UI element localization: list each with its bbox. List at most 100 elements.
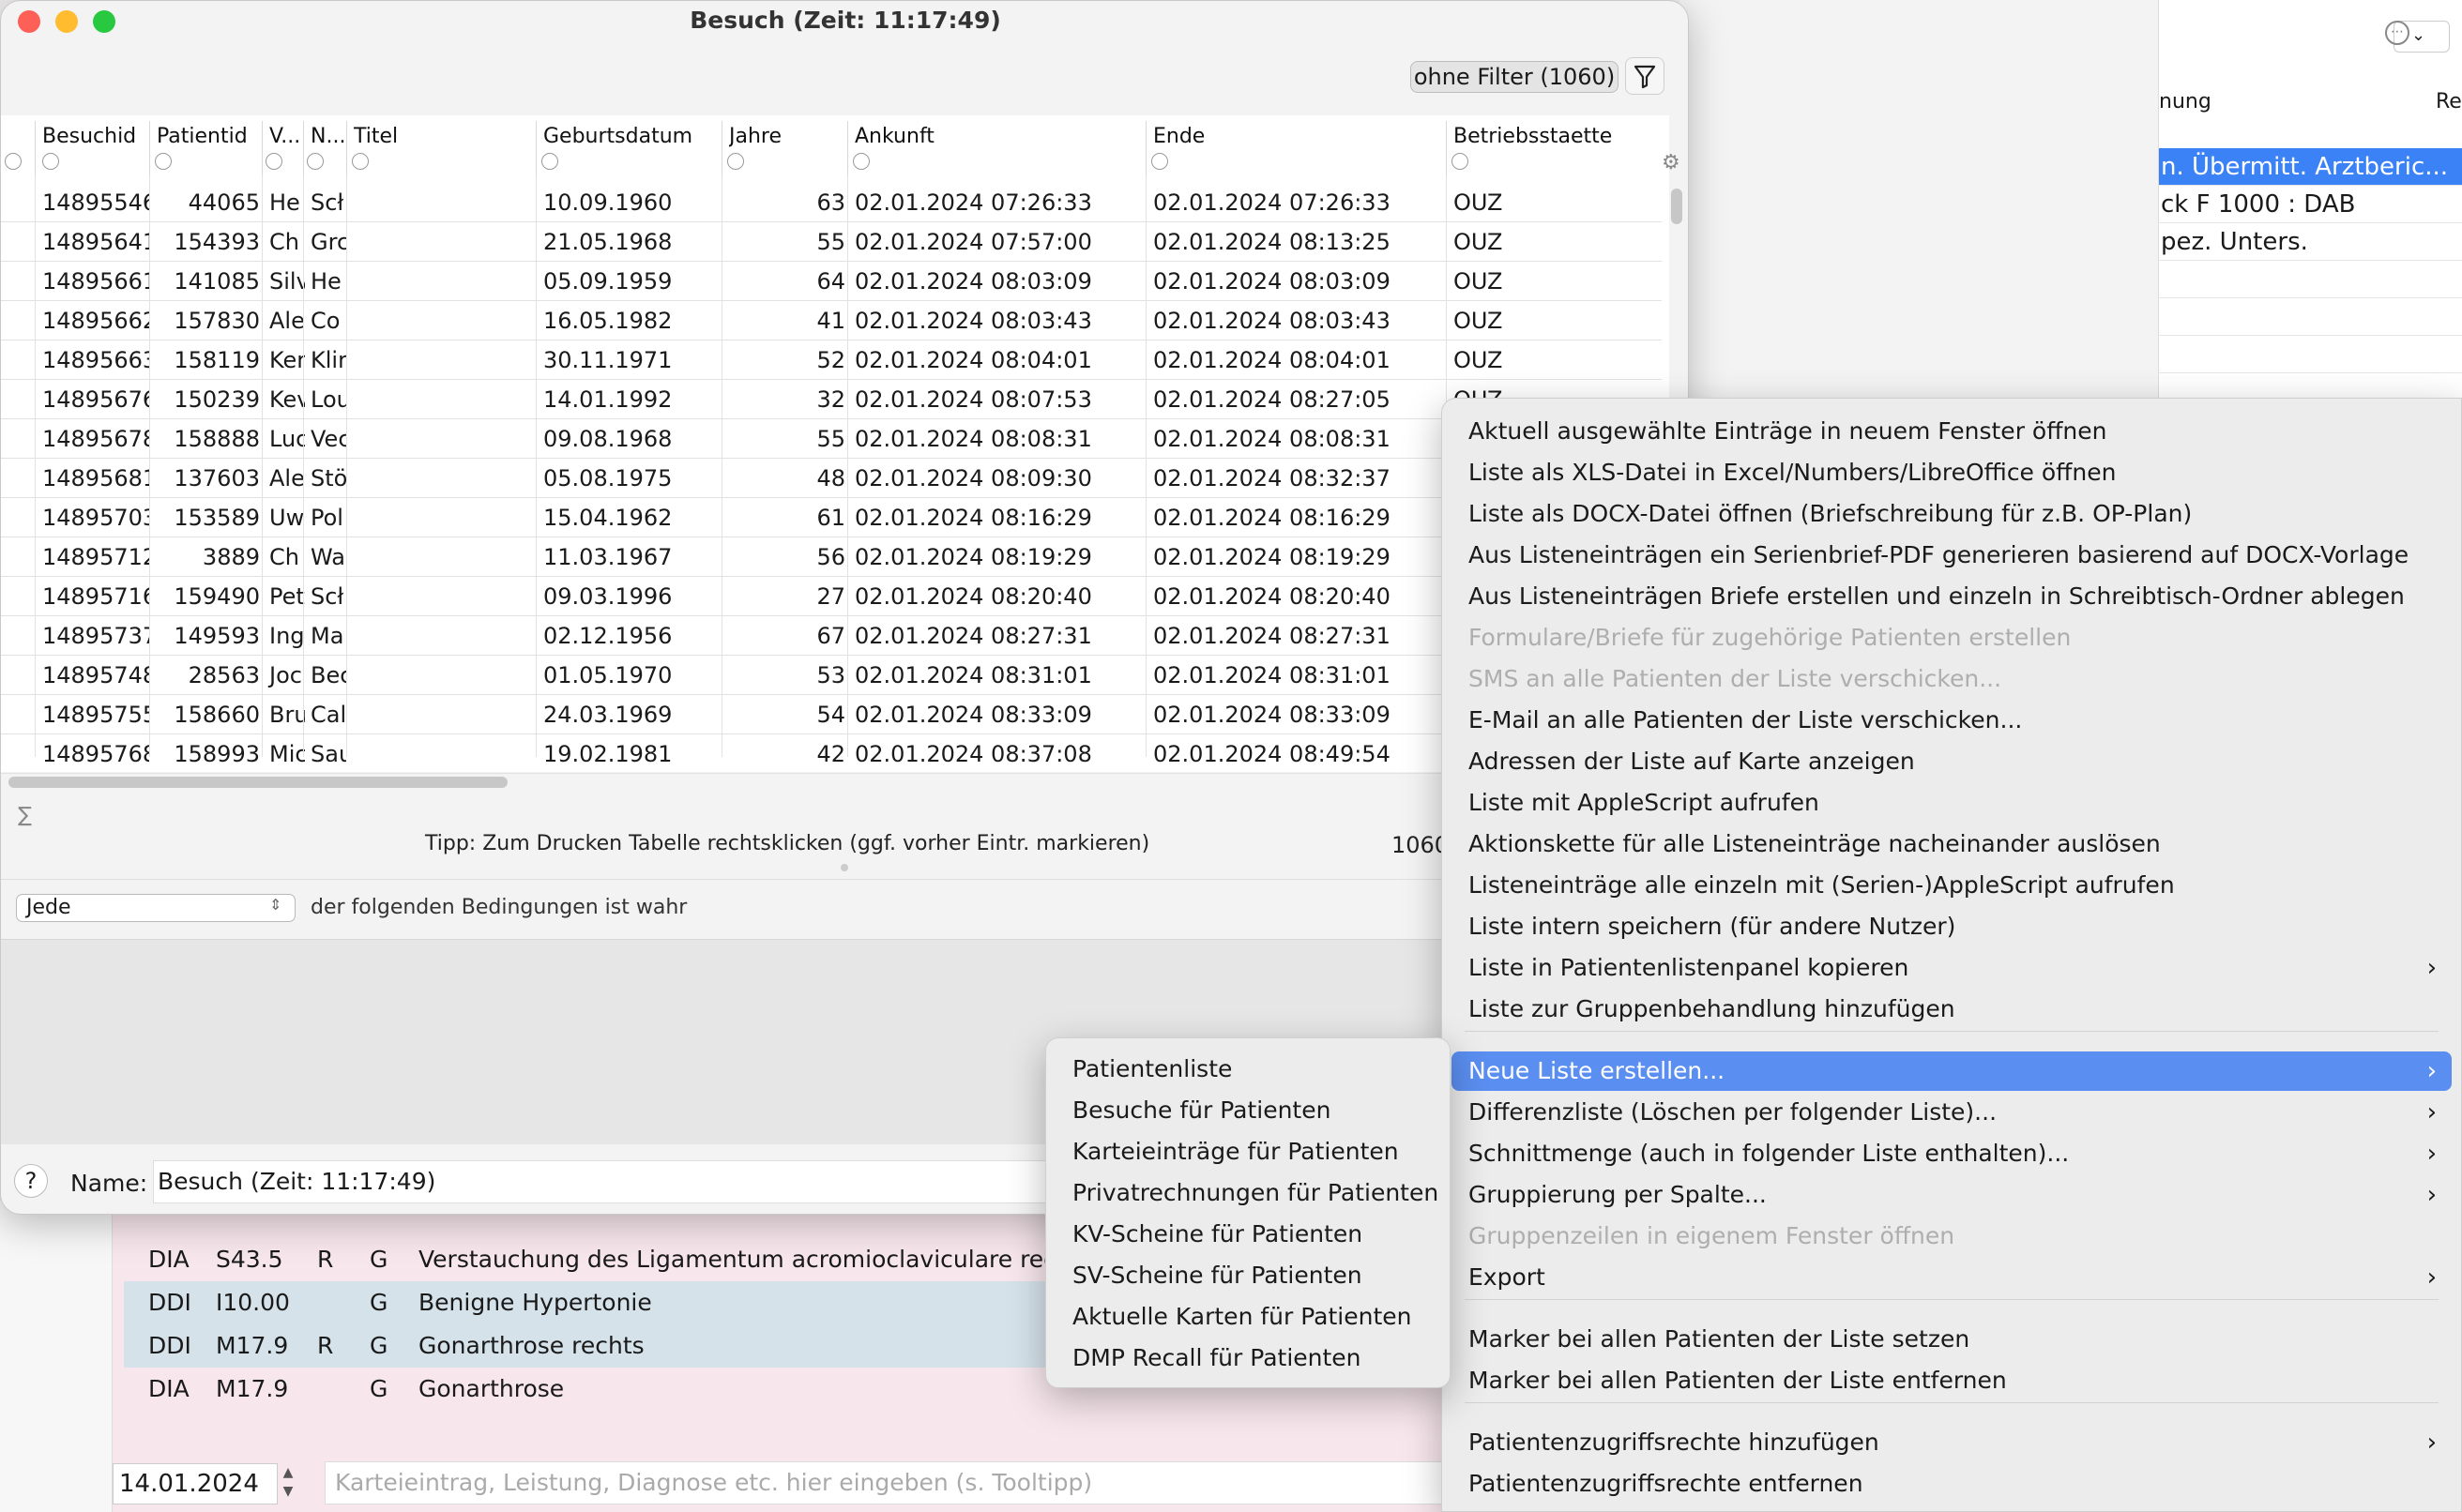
column-header[interactable]: Titel <box>354 125 536 148</box>
sum-icon[interactable]: ∑ <box>18 804 32 827</box>
filter-button[interactable]: ohne Filter (1060) <box>1410 61 1619 93</box>
match-select[interactable]: Jede <box>16 894 296 922</box>
split-handle[interactable] <box>841 864 848 871</box>
date-field[interactable]: 14.01.2024 <box>113 1463 278 1504</box>
column-header[interactable]: Besuchid <box>42 125 147 148</box>
column-header[interactable]: Jahre <box>729 125 847 148</box>
table-row[interactable]: 14895712 3889 Ch Wa 11.03.1967 56 02.01.2024 0… <box>1 537 1662 577</box>
table-row[interactable]: 14895681 137603 Ale Stö 05.08.1975 48 02.01.20… <box>1 459 1662 498</box>
submenu-item[interactable]: Aktuelle Karten für Patienten <box>1056 1297 1440 1337</box>
sort-radio-icon[interactable] <box>541 153 558 170</box>
table-row[interactable]: 14895716 159490 Pet Scł 09.03.1996 27 02.01.20… <box>1 577 1662 616</box>
table-row[interactable]: 14895661 141085 SilvHe 05.09.1959 64 02.01.20… <box>1 262 1662 301</box>
submenu-item[interactable]: Patientenliste <box>1056 1050 1440 1089</box>
submenu-item[interactable]: Besuche für Patienten <box>1056 1091 1440 1130</box>
menu-item[interactable]: Neue Liste erstellen... › <box>1451 1051 2452 1091</box>
column-separator[interactable] <box>149 121 150 181</box>
sort-radio-icon[interactable] <box>266 153 282 170</box>
column-header[interactable]: V... <box>269 125 303 148</box>
sort-radio-icon[interactable] <box>155 153 172 170</box>
column-separator[interactable] <box>262 121 263 181</box>
menu-item[interactable]: Liste als DOCX-Datei öffnen (Briefschrei… <box>1451 494 2452 534</box>
menu-item[interactable]: Patientenzugriffsrechte entfernen <box>1451 1464 2452 1504</box>
menu-item[interactable]: Aus Listeneinträgen ein Serienbrief-PDF … <box>1451 536 2452 575</box>
table-row[interactable]: 14895703 153589 Uw Pol 15.04.1962 61 02.01.202… <box>1 498 1662 537</box>
column-separator[interactable] <box>536 121 537 181</box>
filter-icon[interactable] <box>1625 57 1664 95</box>
column-separator[interactable] <box>1146 121 1147 181</box>
sort-radio-icon[interactable] <box>42 153 59 170</box>
table-row[interactable]: 14895768 158993 MicSau 19.02.1981 42 02.01.20… <box>1 734 1662 774</box>
menu-item[interactable]: Liste in Patientenlistenpanel kopieren › <box>1451 948 2452 988</box>
help-button[interactable]: ? <box>14 1164 48 1198</box>
sort-radio-icon[interactable] <box>307 153 324 170</box>
table-row[interactable]: 14895755 158660 Bru Cal 24.03.1969 54 02.01.20… <box>1 695 1662 734</box>
table-row[interactable]: 14895662 157830 Ale Co 16.05.1982 41 02.01.202… <box>1 301 1662 340</box>
background-row[interactable] <box>2159 298 2462 336</box>
horizontal-scrollbar[interactable] <box>8 777 508 788</box>
column-header[interactable]: Patientid <box>157 125 262 148</box>
table-row[interactable]: 14895678 158888 LucVec 09.08.1968 55 02.01.20… <box>1 419 1662 459</box>
sort-radio-icon[interactable] <box>5 153 22 170</box>
column-header[interactable]: Ende <box>1153 125 1446 148</box>
column-separator[interactable] <box>847 121 848 181</box>
vertical-scrollbar[interactable] <box>1671 189 1682 224</box>
menu-item-label: Gruppierung per Spalte... <box>1468 1181 1767 1208</box>
submenu-item[interactable]: KV-Scheine für Patienten <box>1056 1215 1440 1254</box>
more-icon[interactable]: ⋯ <box>2385 21 2409 45</box>
date-stepper[interactable]: ▲ ▼ <box>278 1463 298 1504</box>
sort-radio-icon[interactable] <box>727 153 744 170</box>
table-row[interactable]: 14895676 150239 KevLou 14.01.1992 32 02.01.20… <box>1 380 1662 419</box>
menu-item[interactable]: Patientenzugriffsrechte hinzufügen › <box>1451 1423 2452 1462</box>
table-row[interactable]: 14895663 158119 Ker Klir 30.11.1971 52 02.01.2… <box>1 340 1662 380</box>
column-separator[interactable] <box>35 121 36 181</box>
menu-item[interactable]: Formulare/Briefe für zugehörige Patiente… <box>1451 618 2452 658</box>
sort-radio-icon[interactable] <box>1151 153 1168 170</box>
sort-radio-icon[interactable] <box>352 153 369 170</box>
table-row[interactable]: 14895641 154393 Ch Grc 21.05.1968 55 02.01.202… <box>1 222 1662 262</box>
sort-radio-icon[interactable] <box>853 153 870 170</box>
menu-item[interactable]: E-Mail an alle Patienten der Liste versc… <box>1451 701 2452 740</box>
background-row[interactable]: ck F 1000 : DAB <box>2159 186 2462 223</box>
background-row[interactable] <box>2159 336 2462 373</box>
menu-item[interactable]: Liste mit AppleScript aufrufen <box>1451 783 2452 823</box>
column-header[interactable]: Ankunft <box>855 125 1146 148</box>
menu-item[interactable]: Aktionskette für alle Listeneinträge nac… <box>1451 824 2452 864</box>
menu-item[interactable]: Marker bei allen Patienten der Liste set… <box>1451 1320 2452 1359</box>
submenu-item[interactable]: Karteieinträge für Patienten <box>1056 1132 1440 1172</box>
column-separator[interactable] <box>303 121 304 181</box>
submenu-item[interactable]: DMP Recall für Patienten <box>1056 1338 1440 1378</box>
table-cell: 154393 <box>174 229 260 255</box>
background-row[interactable]: pez. Unters. <box>2159 223 2462 261</box>
column-separator[interactable] <box>346 121 347 181</box>
menu-item[interactable]: Export › <box>1451 1258 2452 1297</box>
background-row[interactable] <box>2159 261 2462 298</box>
menu-item[interactable]: SMS an alle Patienten der Liste verschic… <box>1451 659 2452 699</box>
table-row[interactable]: 14895737 149593 Ing Ma 02.12.1956 67 02.01.202… <box>1 616 1662 656</box>
table-row[interactable]: 14895546 44065 He Scł 10.09.1960 63 02.01.2024… <box>1 183 1662 222</box>
submenu-item[interactable]: Privatrechnungen für Patienten <box>1056 1173 1440 1213</box>
column-header[interactable]: N... <box>311 125 344 148</box>
submenu-item[interactable]: SV-Scheine für Patienten <box>1056 1256 1440 1295</box>
menu-item[interactable]: Listeneinträge alle einzeln mit (Serien-… <box>1451 866 2452 905</box>
column-separator[interactable] <box>1446 121 1447 181</box>
entry-input[interactable]: Karteieintrag, Leistung, Diagnose etc. h… <box>325 1461 1451 1504</box>
menu-item[interactable]: Schnittmenge (auch in folgender Liste en… <box>1451 1134 2452 1173</box>
menu-item[interactable]: Aktuell ausgewählte Einträge in neuem Fe… <box>1451 412 2452 451</box>
sort-radio-icon[interactable] <box>1451 153 1468 170</box>
menu-item[interactable]: Adressen der Liste auf Karte anzeigen <box>1451 742 2452 781</box>
menu-item[interactable]: Differenzliste (Löschen per folgender Li… <box>1451 1093 2452 1132</box>
menu-item[interactable]: Aus Listeneinträgen Briefe erstellen und… <box>1451 577 2452 616</box>
menu-item[interactable]: Liste als XLS-Datei in Excel/Numbers/Lib… <box>1451 453 2452 492</box>
table-cell: Scł <box>311 583 344 610</box>
menu-item[interactable]: Gruppenzeilen in eigenem Fenster öffnen <box>1451 1217 2452 1256</box>
menu-item[interactable]: Gruppierung per Spalte... › <box>1451 1175 2452 1215</box>
column-header[interactable]: Geburtsdatum <box>543 125 722 148</box>
menu-item[interactable]: Marker bei allen Patienten der Liste ent… <box>1451 1361 2452 1400</box>
gear-icon[interactable]: ⚙ <box>1662 151 1680 174</box>
table-row[interactable]: 14895748 28563 Joc Bec 01.05.1970 53 02.01.202… <box>1 656 1662 695</box>
menu-item[interactable]: Liste intern speichern (für andere Nutze… <box>1451 907 2452 946</box>
column-header[interactable]: Betriebsstaette <box>1453 125 1654 148</box>
menu-item[interactable]: Liste zur Gruppenbehandlung hinzufügen <box>1451 990 2452 1029</box>
background-row[interactable]: n. Übermitt. Arztberic... <box>2159 148 2462 186</box>
